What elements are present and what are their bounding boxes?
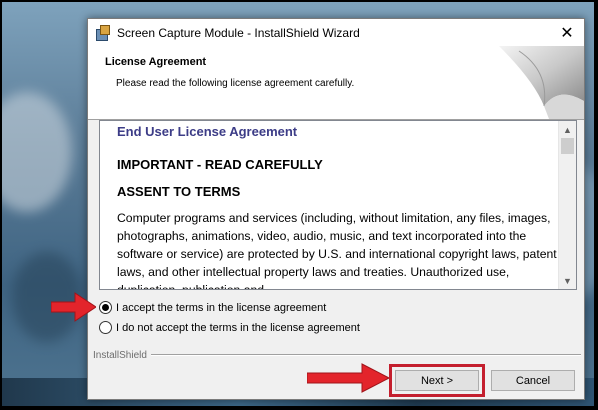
brand-label: InstallShield <box>93 349 147 361</box>
license-body: Computer programs and services (includin… <box>117 211 557 290</box>
scroll-up-icon[interactable]: ▲ <box>559 121 576 138</box>
accept-label[interactable]: I accept the terms in the license agreem… <box>116 302 326 314</box>
red-arrow-icon <box>51 292 96 322</box>
close-icon[interactable]: ✕ <box>550 19 584 46</box>
decline-option[interactable]: I do not accept the terms in the license… <box>99 321 360 334</box>
decline-label[interactable]: I do not accept the terms in the license… <box>116 322 360 334</box>
page-title: License Agreement <box>105 56 207 68</box>
page-curl-graphic <box>499 46 584 119</box>
title-bar[interactable]: Screen Capture Module - InstallShield Wi… <box>88 19 584 46</box>
installshield-branding: InstallShield <box>93 349 581 361</box>
license-assent: ASSENT TO TERMS <box>117 184 241 199</box>
accept-radio[interactable] <box>99 301 112 314</box>
cancel-button[interactable]: Cancel <box>491 370 575 391</box>
scroll-down-icon[interactable]: ▼ <box>559 272 576 289</box>
license-text-box[interactable]: End User License Agreement IMPORTANT - R… <box>99 120 577 290</box>
decline-radio[interactable] <box>99 321 112 334</box>
scroll-thumb[interactable] <box>561 138 574 154</box>
window-title: Screen Capture Module - InstallShield Wi… <box>117 25 360 40</box>
next-button[interactable]: Next > <box>395 370 479 391</box>
license-heading: End User License Agreement <box>117 124 298 139</box>
red-arrow-icon <box>307 363 389 393</box>
wizard-header: License Agreement Please read the follow… <box>88 46 584 120</box>
page-subtitle: Please read the following license agreem… <box>116 78 355 89</box>
installer-app-icon <box>94 24 110 41</box>
license-content: End User License Agreement IMPORTANT - R… <box>117 121 557 290</box>
screenshot-frame: Screen Capture Module - InstallShield Wi… <box>0 0 596 408</box>
license-important: IMPORTANT - READ CAREFULLY <box>117 157 323 172</box>
desktop-background <box>2 92 72 212</box>
accept-option[interactable]: I accept the terms in the license agreem… <box>99 301 326 314</box>
divider <box>150 354 581 356</box>
vertical-scrollbar[interactable]: ▲ ▼ <box>558 121 576 289</box>
installshield-wizard-dialog: Screen Capture Module - InstallShield Wi… <box>87 18 585 400</box>
